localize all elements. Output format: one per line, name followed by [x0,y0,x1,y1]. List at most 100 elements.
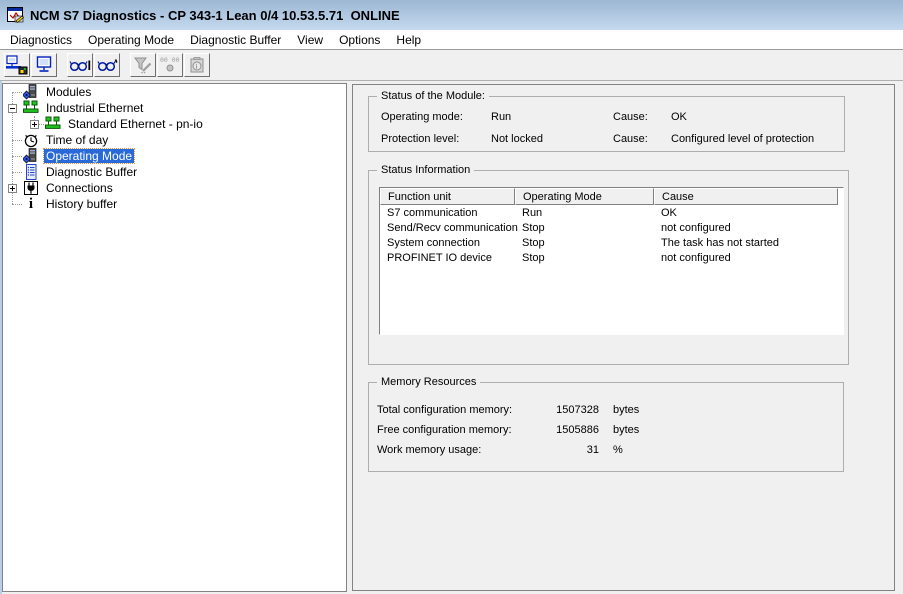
memory-resources-group: Memory Resources Total configuration mem… [368,382,844,472]
ethernet-network-icon [23,100,39,116]
svg-text:00 00: 00 00 [160,56,180,64]
work-memory-usage-unit: % [613,440,843,460]
group-title: Status of the Module: [377,90,489,102]
diagnostics-tree: Modules Industrial Ethernet Standard E [2,83,347,592]
module-icon [23,148,39,164]
menu-help[interactable]: Help [388,31,429,49]
free-config-memory-value: 1505886 [547,420,599,440]
expand-icon[interactable] [8,184,17,193]
glasses-pause-icon [69,55,91,75]
module-time-icon: i [186,55,208,75]
tree-item-label[interactable]: Time of day [44,133,110,147]
tree-connector [12,140,22,141]
table-row[interactable]: S7 communication Run OK [380,205,843,220]
tree-connector [12,172,22,173]
column-header-operating-mode[interactable]: Operating Mode [515,188,654,205]
cell-function-unit: Send/Recv communication [380,222,515,234]
cell-cause: not configured [654,252,838,264]
cell-cause: The task has not started [654,237,838,249]
menu-options[interactable]: Options [331,31,388,49]
table-row[interactable]: System connection Stop The task has not … [380,235,843,250]
tree-item-connections[interactable]: Connections [23,180,115,196]
tree-item-operating-mode[interactable]: Operating Mode [23,148,134,164]
module-icon [23,84,39,100]
tree-item-standard-ethernet[interactable]: Standard Ethernet - pn-io [45,116,205,132]
cell-operating-mode: Stop [515,237,654,249]
monitor-icon [33,55,55,75]
tree-item-label[interactable]: History buffer [44,197,119,211]
operating-mode-value: Run [491,111,613,123]
cell-operating-mode: Run [515,207,654,219]
tree-item-modules[interactable]: Modules [23,84,93,100]
tree-item-label-selected[interactable]: Operating Mode [44,149,134,163]
menu-diagnostic-buffer[interactable]: Diagnostic Buffer [182,31,289,49]
glasses-update-icon [96,55,118,75]
tree-connector [12,204,22,205]
info-icon: i [23,196,39,212]
cell-operating-mode: Stop [515,252,654,264]
protection-level-label: Protection level: [381,133,491,145]
column-header-cause[interactable]: Cause [654,188,838,205]
status-information-table[interactable]: Function unit Operating Mode Cause S7 co… [379,187,844,335]
cell-function-unit: PROFINET IO device [380,252,515,264]
table-row[interactable]: PROFINET IO device Stop not configured [380,250,843,265]
pause-view-button[interactable] [67,53,93,77]
cell-function-unit: S7 communication [380,207,515,219]
expand-icon[interactable] [30,120,39,129]
tree-connector [12,92,22,93]
tree-item-label[interactable]: Modules [44,85,93,99]
tree-item-label[interactable]: Industrial Ethernet [44,101,145,115]
filter-button[interactable] [130,53,156,77]
cell-function-unit: System connection [380,237,515,249]
menu-operating-mode[interactable]: Operating Mode [80,31,182,49]
tree-item-label[interactable]: Connections [44,181,115,195]
work-memory-usage-label: Work memory usage: [377,440,547,460]
free-config-memory-label: Free configuration memory: [377,420,547,440]
tree-item-history-buffer[interactable]: i History buffer [23,196,119,212]
total-config-memory-unit: bytes [613,400,843,420]
tree-item-time-of-day[interactable]: Time of day [23,132,110,148]
tree-item-label[interactable]: Standard Ethernet - pn-io [66,117,205,131]
tree-item-industrial-ethernet[interactable]: Industrial Ethernet [23,100,145,116]
work-memory-usage-value: 31 [547,440,599,460]
tree-item-label[interactable]: Diagnostic Buffer [44,165,139,179]
menu-bar: Diagnostics Operating Mode Diagnostic Bu… [0,30,903,49]
cell-cause: OK [654,207,838,219]
free-config-memory-unit: bytes [613,420,843,440]
module-time-button[interactable]: i [184,53,210,77]
module-status-icon: 00 00 [159,55,181,75]
ethernet-network-icon [45,116,61,132]
cell-cause: not configured [654,222,838,234]
tree-item-diagnostic-buffer[interactable]: Diagnostic Buffer [23,164,139,180]
clock-icon [23,132,39,148]
update-view-button[interactable] [94,53,120,77]
column-header-function-unit[interactable]: Function unit [380,188,515,205]
cause-value: Configured level of protection [671,133,844,145]
toolbar: 00 00 i [0,49,903,81]
svg-text:i: i [196,64,198,71]
cause-label: Cause: [613,133,671,145]
connect-station-button[interactable] [4,53,30,77]
menu-diagnostics[interactable]: Diagnostics [2,31,80,49]
collapse-icon[interactable] [8,104,17,113]
window-title: NCM S7 Diagnostics - CP 343-1 Lean 0/4 1… [30,8,400,23]
menu-view[interactable]: View [289,31,331,49]
module-status-button[interactable]: 00 00 [157,53,183,77]
tree-connector [12,156,22,157]
network-station-icon [6,55,28,75]
buffer-list-icon [23,164,39,180]
cell-operating-mode: Stop [515,222,654,234]
total-config-memory-value: 1507328 [547,400,599,420]
status-information-group: Status Information Function unit Operati… [368,170,849,365]
cause-value: OK [671,111,844,123]
protection-level-value: Not locked [491,133,613,145]
table-row[interactable]: Send/Recv communication Stop not configu… [380,220,843,235]
app-icon [7,7,24,23]
group-title: Memory Resources [377,376,480,388]
open-station-button[interactable] [31,53,57,77]
main-area: Modules Industrial Ethernet Standard E [0,81,903,594]
total-config-memory-label: Total configuration memory: [377,400,547,420]
details-panel: Status of the Module: Operating mode: Ru… [352,84,895,591]
filter-edit-icon [132,55,154,75]
plug-icon [23,180,39,196]
